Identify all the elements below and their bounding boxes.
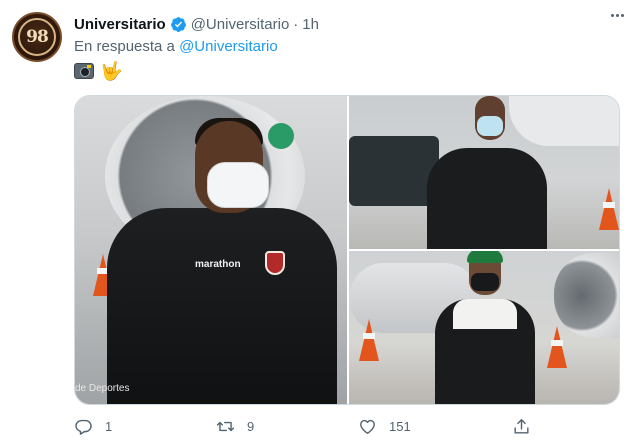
tweet-header: Universitario @Universitario · 1h <box>74 14 319 34</box>
traffic-cone-shape <box>599 188 619 230</box>
share-icon <box>514 419 529 434</box>
reply-prefix: En respuesta a <box>74 38 175 55</box>
tweet[interactable]: 98 Universitario @Universitario · 1h En … <box>0 0 640 448</box>
reply-button[interactable]: 1 <box>74 417 112 436</box>
camera-with-flash-emoji-icon <box>74 63 94 79</box>
traffic-cone-shape <box>547 326 567 368</box>
reply-handle-link[interactable]: @Universitario <box>179 38 278 55</box>
avatar-logo: 98 <box>18 18 56 56</box>
reply-icon <box>75 419 92 435</box>
photo-player-backpack[interactable] <box>349 251 619 404</box>
player-shirt-shape <box>453 299 517 329</box>
baggage-cart-shape <box>349 136 439 206</box>
player-jacket-shape <box>107 208 337 404</box>
player-cap-shape <box>467 251 503 263</box>
timestamp[interactable]: 1h <box>302 16 319 33</box>
like-button[interactable]: 151 <box>358 417 411 436</box>
reply-count: 1 <box>105 419 113 434</box>
player-jacket-shape <box>427 148 547 249</box>
jacket-brand-text: marathon <box>195 259 241 270</box>
verified-badge-icon <box>170 16 187 33</box>
club-crest-icon <box>265 251 285 275</box>
face-mask-shape <box>471 273 499 291</box>
retweet-button[interactable]: 9 <box>216 417 254 436</box>
heart-icon <box>360 419 375 434</box>
plane-engine-shape <box>509 96 619 146</box>
photo-watermark: de Deportes <box>75 383 130 394</box>
sign-of-the-horns-emoji-icon: 🤟 <box>100 61 123 81</box>
more-dot-icon <box>616 14 619 17</box>
more-dot-icon <box>611 14 614 17</box>
reply-context: En respuesta a @Universitario <box>74 38 278 55</box>
media-grid: marathon de Deportes <box>74 95 620 405</box>
avatar[interactable]: 98 <box>12 12 62 62</box>
face-mask-shape <box>477 116 503 136</box>
separator-dot: · <box>293 15 299 33</box>
plane-badge-shape <box>268 123 294 149</box>
like-count: 151 <box>389 419 411 434</box>
photo-player-thumbs-up[interactable] <box>349 96 619 249</box>
more-dot-icon <box>621 14 624 17</box>
more-options-button[interactable] <box>611 14 624 17</box>
traffic-cone-shape <box>359 319 379 361</box>
share-button[interactable] <box>512 417 531 436</box>
photo-player-mask-closeup[interactable]: marathon de Deportes <box>75 96 347 404</box>
tweet-text: 🤟 <box>74 61 122 81</box>
user-handle[interactable]: @Universitario <box>191 16 290 33</box>
retweet-icon <box>216 421 235 432</box>
face-mask-shape <box>207 162 269 208</box>
retweet-count: 9 <box>247 419 255 434</box>
display-name[interactable]: Universitario <box>74 16 166 33</box>
tweet-actions: 1 9 151 <box>74 417 620 439</box>
